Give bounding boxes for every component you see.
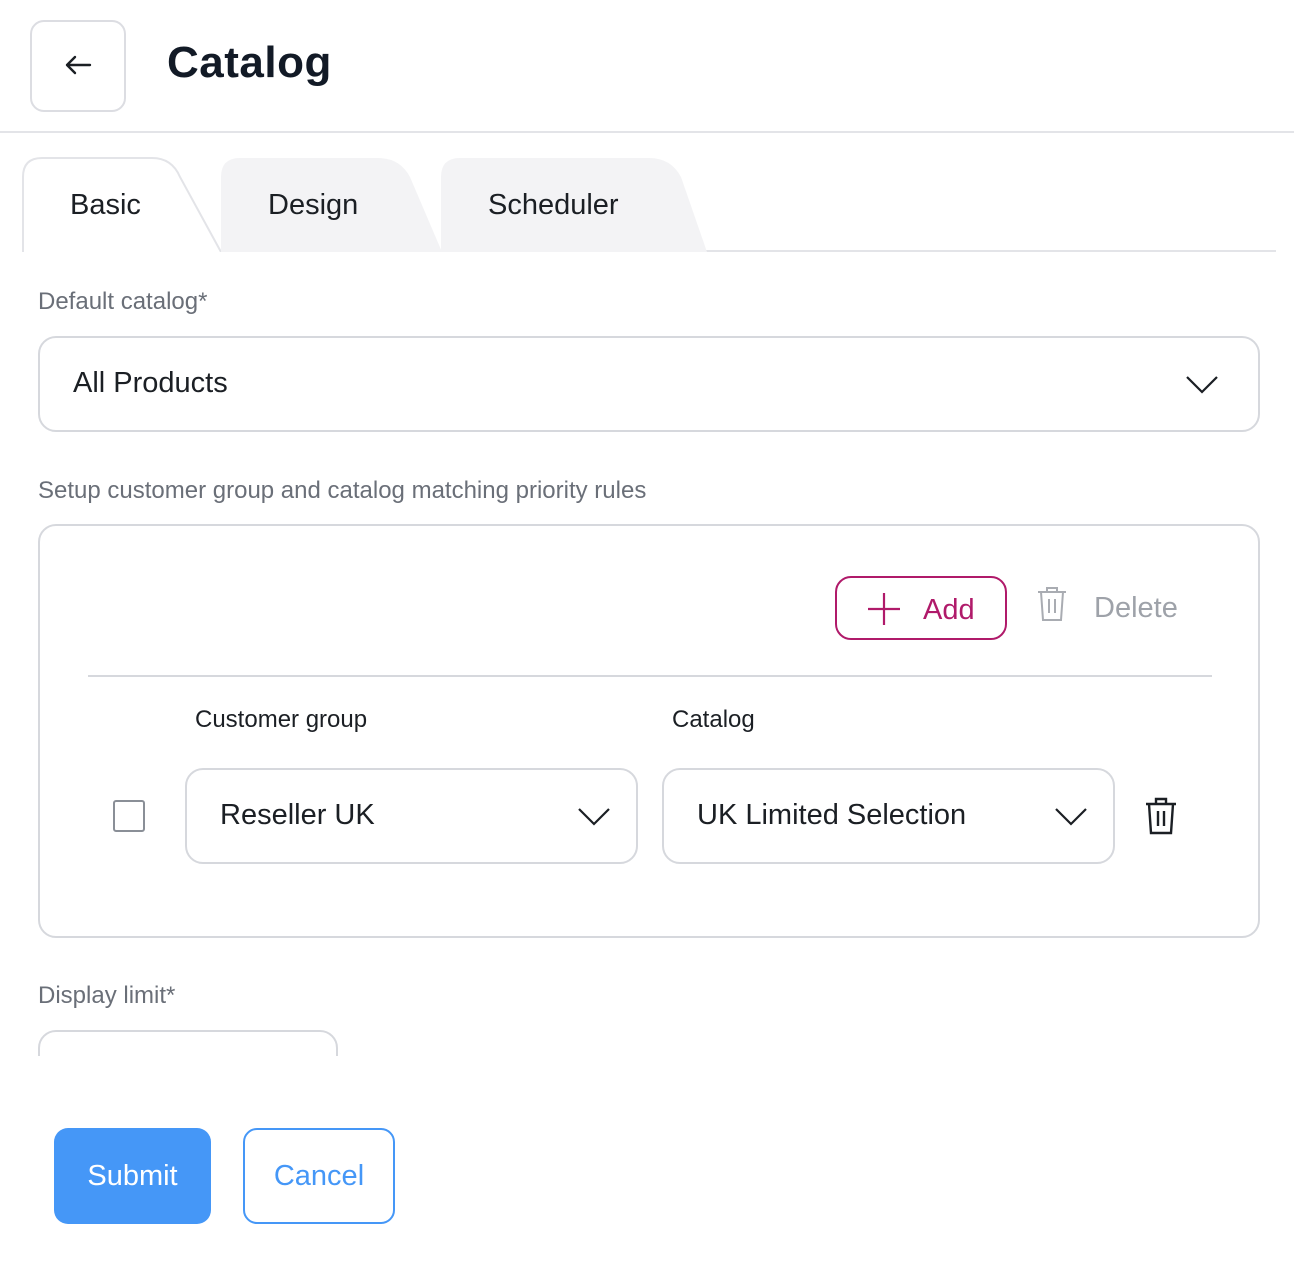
catalog-select[interactable]: UK Limited Selection	[662, 768, 1115, 864]
delete-rules-label: Delete	[1094, 592, 1178, 624]
default-catalog-label: Default catalog*	[38, 288, 208, 315]
column-header-customer-group: Customer group	[195, 706, 368, 733]
chevron-down-icon	[578, 808, 610, 831]
display-limit-field-container	[38, 1030, 340, 1056]
trash-icon	[1036, 586, 1068, 627]
submit-button[interactable]: Submit	[54, 1128, 211, 1224]
arrow-left-icon	[64, 54, 92, 79]
trash-icon[interactable]	[1144, 797, 1178, 840]
add-rule-button[interactable]: Add	[835, 576, 1007, 640]
back-button[interactable]	[30, 20, 126, 112]
tab-design[interactable]: Design	[218, 157, 442, 252]
default-catalog-select[interactable]: All Products	[38, 336, 1260, 432]
tab-scheduler[interactable]: Scheduler	[439, 157, 707, 252]
column-header-catalog: Catalog	[672, 706, 755, 733]
cancel-button[interactable]: Cancel	[243, 1128, 395, 1224]
tab-scheduler-label: Scheduler	[488, 189, 619, 221]
add-rule-label: Add	[923, 594, 975, 626]
rules-panel: Add Delete Customer group Catalog Resell…	[38, 524, 1260, 938]
display-limit-input[interactable]	[38, 1030, 338, 1056]
tab-design-label: Design	[268, 189, 359, 221]
customer-group-value: Reseller UK	[220, 799, 375, 831]
chevron-down-icon	[1186, 376, 1218, 399]
tab-basic-label: Basic	[70, 189, 141, 221]
tab-basic[interactable]: Basic	[22, 157, 222, 252]
default-catalog-value: All Products	[73, 367, 228, 399]
rules-label: Setup customer group and catalog matchin…	[38, 477, 647, 504]
plus-icon	[867, 592, 901, 634]
catalog-value: UK Limited Selection	[697, 799, 967, 831]
rules-divider	[88, 675, 1212, 677]
page-title: Catalog	[167, 38, 332, 87]
tab-bar: Basic Design Scheduler	[22, 157, 1276, 252]
page-header: Catalog	[0, 0, 1294, 133]
customer-group-select[interactable]: Reseller UK	[185, 768, 638, 864]
delete-rules-button[interactable]: Delete	[1036, 582, 1196, 634]
rule-row-checkbox[interactable]	[113, 800, 145, 832]
display-limit-label: Display limit*	[38, 982, 176, 1009]
catalog-edit-page: Catalog Basic Design Scheduler Default c…	[0, 0, 1294, 1288]
chevron-down-icon	[1055, 808, 1087, 831]
